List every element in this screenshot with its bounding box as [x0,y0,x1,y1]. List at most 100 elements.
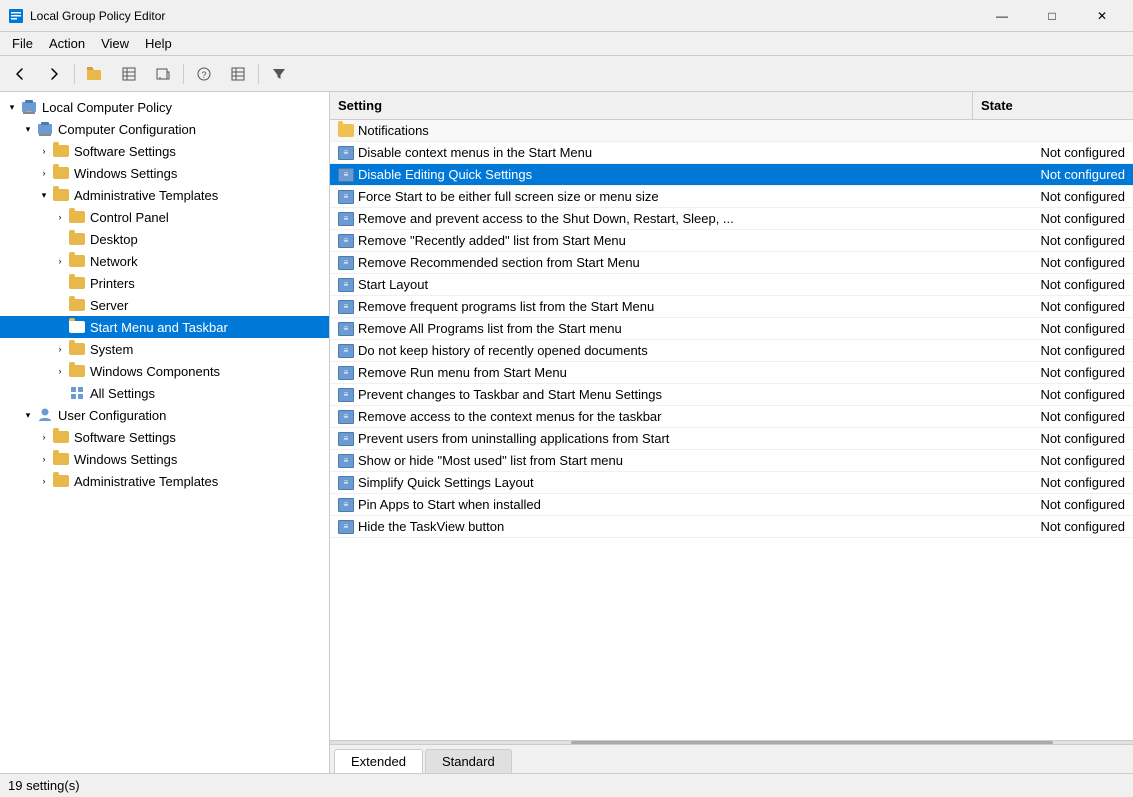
browse-button[interactable] [79,60,111,88]
tree-system[interactable]: › System [0,338,329,360]
setting-label: Prevent changes to Taskbar and Start Men… [358,387,662,402]
computer-config-expander[interactable]: ▾ [20,121,36,137]
tree-user-windows[interactable]: › Windows Settings [0,448,329,470]
cell-setting: Do not keep history of recently opened d… [330,341,973,360]
tree-computer-config[interactable]: ▾ Computer Configuration [0,118,329,140]
detail-button[interactable] [222,60,254,88]
table-row[interactable]: Remove Run menu from Start MenuNot confi… [330,362,1133,384]
cell-setting: Hide the TaskView button [330,517,973,536]
minimize-button[interactable]: — [979,0,1025,32]
policy-icon [338,498,354,512]
user-config-expander[interactable]: ▾ [20,407,36,423]
table-row[interactable]: Do not keep history of recently opened d… [330,340,1133,362]
tree-software-settings[interactable]: › Software Settings [0,140,329,162]
tree-windows-settings[interactable]: › Windows Settings [0,162,329,184]
header-state[interactable]: State [973,92,1133,119]
table-row[interactable]: Remove and prevent access to the Shut Do… [330,208,1133,230]
menu-help[interactable]: Help [137,34,180,53]
setting-label: Remove frequent programs list from the S… [358,299,654,314]
tree-printers[interactable]: · Printers [0,272,329,294]
table-row[interactable]: Show or hide "Most used" list from Start… [330,450,1133,472]
cell-setting: Notifications [330,121,973,140]
close-button[interactable]: ✕ [1079,0,1125,32]
tab-extended[interactable]: Extended [334,749,423,773]
tree-user-config[interactable]: ▾ User Configuration [0,404,329,426]
table-row[interactable]: Remove frequent programs list from the S… [330,296,1133,318]
all-settings-expander: · [52,385,68,401]
cell-setting: Prevent changes to Taskbar and Start Men… [330,385,973,404]
menu-file[interactable]: File [4,34,41,53]
tab-standard[interactable]: Standard [425,749,512,773]
cell-state: Not configured [973,275,1133,294]
menu-action[interactable]: Action [41,34,93,53]
header-setting[interactable]: Setting [330,92,973,119]
cell-setting: Remove Recommended section from Start Me… [330,253,973,272]
status-text: 19 setting(s) [8,778,80,793]
table-row[interactable]: Remove Recommended section from Start Me… [330,252,1133,274]
tree-server-label: Server [90,298,128,313]
forward-button[interactable] [38,60,70,88]
windows-components-expander[interactable]: › [52,363,68,379]
table-row[interactable]: Prevent changes to Taskbar and Start Men… [330,384,1133,406]
table-row[interactable]: Start LayoutNot configured [330,274,1133,296]
tree-user-admin-templates[interactable]: › Administrative Templates [0,470,329,492]
tree-control-panel[interactable]: › Control Panel [0,206,329,228]
root-expander[interactable]: ▾ [4,99,20,115]
table-row[interactable]: Disable Editing Quick SettingsNot config… [330,164,1133,186]
policy-icon [338,520,354,534]
tree-server[interactable]: · Server [0,294,329,316]
setting-label: Force Start to be either full screen siz… [358,189,659,204]
tree-network-label: Network [90,254,138,269]
tree-desktop[interactable]: · Desktop [0,228,329,250]
tree-user-config-label: User Configuration [58,408,166,423]
network-expander[interactable]: › [52,253,68,269]
control-panel-expander[interactable]: › [52,209,68,225]
table-row[interactable]: Remove All Programs list from the Start … [330,318,1133,340]
user-windows-expander[interactable]: › [36,451,52,467]
tree-root[interactable]: ▾ Local Computer Policy [0,96,329,118]
software-settings-expander[interactable]: › [36,143,52,159]
cell-setting: Show or hide "Most used" list from Start… [330,451,973,470]
table-header: Setting State [330,92,1133,120]
tree-admin-templates-label: Administrative Templates [74,188,218,203]
server-icon [68,297,86,313]
user-admin-expander[interactable]: › [36,473,52,489]
windows-settings-expander[interactable]: › [36,165,52,181]
setting-label: Remove All Programs list from the Start … [358,321,622,336]
admin-templates-expander[interactable]: ▾ [36,187,52,203]
status-bar: 19 setting(s) [0,773,1133,797]
user-software-expander[interactable]: › [36,429,52,445]
help-button[interactable]: ? [188,60,220,88]
table-row[interactable]: Disable context menus in the Start MenuN… [330,142,1133,164]
table-row[interactable]: Prevent users from uninstalling applicat… [330,428,1133,450]
table-row[interactable]: Remove access to the context menus for t… [330,406,1133,428]
tree-user-software[interactable]: › Software Settings [0,426,329,448]
tree-pane[interactable]: ▾ Local Computer Policy ▾ [0,92,330,773]
back-button[interactable] [4,60,36,88]
table-row[interactable]: Notifications [330,120,1133,142]
table-row[interactable]: Simplify Quick Settings LayoutNot config… [330,472,1133,494]
toolbar: ? [0,56,1133,92]
policy-icon [338,410,354,424]
table-row[interactable]: Pin Apps to Start when installedNot conf… [330,494,1133,516]
export-button[interactable] [147,60,179,88]
maximize-button[interactable]: □ [1029,0,1075,32]
setting-label: Remove Recommended section from Start Me… [358,255,640,270]
system-expander[interactable]: › [52,341,68,357]
tree-all-settings[interactable]: · All Settings [0,382,329,404]
cell-state: Not configured [973,407,1133,426]
tree-network[interactable]: › Network [0,250,329,272]
tree-start-menu[interactable]: · Start Menu and Taskbar [0,316,329,338]
list-button[interactable] [113,60,145,88]
policy-table[interactable]: Setting State Notifications Disable conte… [330,92,1133,740]
table-row[interactable]: Remove "Recently added" list from Start … [330,230,1133,252]
filter-button[interactable] [263,60,295,88]
table-row[interactable]: Hide the TaskView buttonNot configured [330,516,1133,538]
menu-view[interactable]: View [93,34,137,53]
table-row[interactable]: Force Start to be either full screen siz… [330,186,1133,208]
tree-admin-templates[interactable]: ▾ Administrative Templates [0,184,329,206]
cell-setting: Remove All Programs list from the Start … [330,319,973,338]
cell-state: Not configured [973,165,1133,184]
tree-windows-components[interactable]: › Windows Components [0,360,329,382]
setting-label: Remove access to the context menus for t… [358,409,661,424]
